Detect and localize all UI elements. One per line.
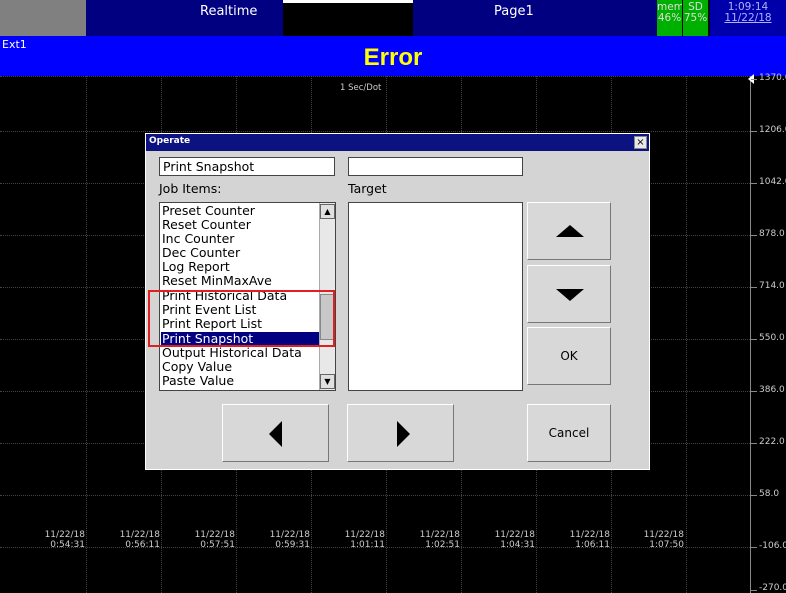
target-list[interactable] xyxy=(348,202,523,391)
move-up-button[interactable] xyxy=(527,202,611,260)
y-tick xyxy=(751,79,757,80)
list-item[interactable]: Dec Counter xyxy=(161,246,319,260)
time-label: 11/22/18 0:57:51 xyxy=(194,530,235,550)
list-item[interactable]: Reset Counter xyxy=(161,218,319,232)
clock-date: 11/22/18 xyxy=(724,12,772,24)
y-tick xyxy=(751,443,757,444)
y-label: 1206.0 xyxy=(759,125,786,135)
status-bar: Ext1 Error xyxy=(0,36,786,76)
grid-hline xyxy=(0,131,750,132)
grid-hline xyxy=(0,76,750,77)
y-label: -106.0 xyxy=(759,541,786,551)
y-label: -270.0 xyxy=(759,583,786,593)
y-label: 58.0 xyxy=(759,489,780,499)
close-icon[interactable]: × xyxy=(634,136,647,149)
cancel-button[interactable]: Cancel xyxy=(527,404,611,462)
scroll-up-icon[interactable]: ▲ xyxy=(320,204,335,219)
time-label: 11/22/18 1:02:51 xyxy=(419,530,460,550)
clock: 1:09:14 11/22/18 xyxy=(710,0,786,36)
y-label: 1370.0 xyxy=(759,73,786,83)
time-label: 11/22/18 1:07:50 xyxy=(643,530,684,550)
add-item-button[interactable] xyxy=(347,404,454,462)
arrow-down-icon xyxy=(556,289,584,301)
dialog-title: Operate xyxy=(149,136,191,146)
page-tab[interactable] xyxy=(413,0,657,36)
y-tick xyxy=(751,495,757,496)
sd-value: 75% xyxy=(683,12,708,24)
time-label: 11/22/18 1:01:11 xyxy=(344,530,385,550)
arrow-up-icon xyxy=(556,225,584,237)
target-field[interactable] xyxy=(348,157,523,176)
error-message: Error xyxy=(363,44,423,71)
y-axis: 1370.0 1206.0 1042.0 878.0 714.0 550.0 3… xyxy=(748,73,786,593)
realtime-label: Realtime xyxy=(200,4,258,19)
list-item[interactable]: Output Historical Data xyxy=(161,346,319,360)
y-tick xyxy=(751,339,757,340)
list-item[interactable]: Preset Counter xyxy=(161,204,319,218)
arrow-right-icon xyxy=(397,421,410,447)
move-down-button[interactable] xyxy=(527,265,611,323)
y-label: 222.0 xyxy=(759,437,785,447)
top-bar-divider-strip xyxy=(283,0,413,3)
list-item[interactable]: Copy Value xyxy=(161,360,319,374)
grid-vline xyxy=(86,76,87,593)
job-name-field[interactable]: Print Snapshot xyxy=(159,157,335,176)
y-tick xyxy=(751,287,757,288)
y-tick xyxy=(751,183,757,184)
y-tick xyxy=(751,547,757,548)
y-tick xyxy=(751,590,757,591)
target-label: Target xyxy=(348,181,387,196)
sd-indicator: SD 75% xyxy=(682,0,708,36)
top-bar: Realtime Page1 mem 46% SD 75% 1:09:14 11… xyxy=(0,0,786,36)
time-label: 11/22/18 1:06:11 xyxy=(569,530,610,550)
time-label: 11/22/18 1:04:31 xyxy=(494,530,535,550)
grid-hline xyxy=(0,495,750,496)
y-tick xyxy=(751,391,757,392)
y-label: 714.0 xyxy=(759,281,785,291)
time-label: 11/22/18 0:56:11 xyxy=(119,530,160,550)
y-tick xyxy=(751,131,757,132)
scroll-down-icon[interactable]: ▼ xyxy=(320,374,335,389)
y-label: 550.0 xyxy=(759,333,785,343)
time-label: 11/22/18 0:54:31 xyxy=(44,530,85,550)
interval-label: 1 Sec/Dot xyxy=(340,83,382,93)
y-label: 1042.0 xyxy=(759,177,786,187)
list-item[interactable]: Paste Value xyxy=(161,374,319,388)
list-item[interactable]: Reset MinMaxAve xyxy=(161,274,319,288)
memory-value: 46% xyxy=(657,12,682,24)
arrow-left-icon xyxy=(269,421,282,447)
page-label: Page1 xyxy=(494,4,534,19)
list-item[interactable]: Log Report xyxy=(161,260,319,274)
dialog-title-bar[interactable]: Operate × xyxy=(146,134,649,151)
job-items-label: Job Items: xyxy=(159,181,222,196)
grid-vline xyxy=(686,76,687,593)
top-left-corner xyxy=(0,0,86,36)
top-bar-divider xyxy=(283,0,413,36)
remove-item-button[interactable] xyxy=(222,404,329,462)
list-item[interactable]: Inc Counter xyxy=(161,232,319,246)
y-label: 386.0 xyxy=(759,385,785,395)
y-label: 878.0 xyxy=(759,229,785,239)
y-tick xyxy=(751,235,757,236)
time-label: 11/22/18 0:59:31 xyxy=(269,530,310,550)
memory-indicator: mem 46% xyxy=(657,0,684,36)
selection-highlight-box xyxy=(148,290,335,347)
ok-button[interactable]: OK xyxy=(527,327,611,385)
